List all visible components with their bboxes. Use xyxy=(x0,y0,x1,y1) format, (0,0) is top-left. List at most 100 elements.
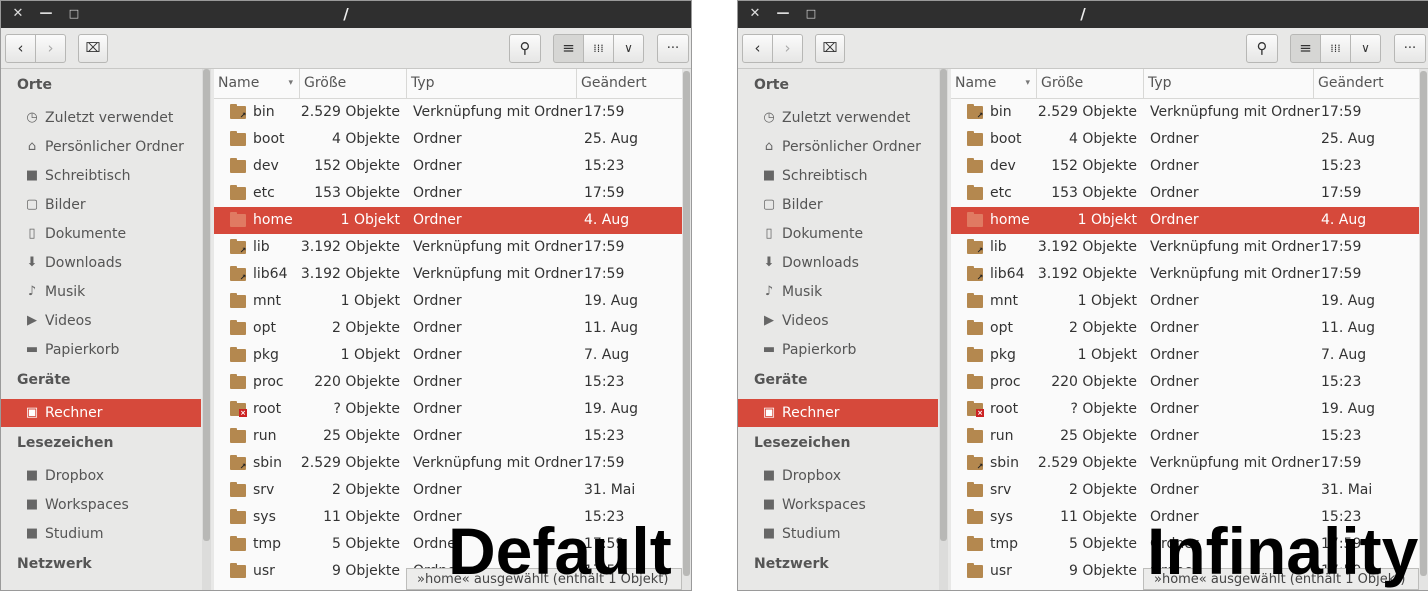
column-header-size[interactable]: Größe xyxy=(1037,69,1144,98)
sidebar-item-workspaces[interactable]: ■ Workspaces xyxy=(1,491,201,519)
sidebar-item-papierkorb[interactable]: ▬ Papierkorb xyxy=(738,336,938,364)
file-row[interactable]: srv 2 Objekte Ordner 31. Mai xyxy=(951,477,1419,504)
column-header-type[interactable]: Typ xyxy=(1144,69,1314,98)
file-row[interactable]: ↗ bin 2.529 Objekte Verknüpfung mit Ordner 1… xyxy=(214,99,682,126)
file-row[interactable]: opt 2 Objekte Ordner 11. Aug xyxy=(951,315,1419,342)
sidebar-item-rechner[interactable]: ▣ Rechner xyxy=(1,399,201,427)
sidebar-scrollbar-thumb[interactable] xyxy=(940,69,947,541)
grid-view-button[interactable]: ⁞⁞⁞ xyxy=(1320,34,1351,63)
file-row[interactable]: pkg 1 Objekt Ordner 7. Aug xyxy=(214,342,682,369)
file-type: Ordner xyxy=(413,185,462,201)
sidebar-item-downloads[interactable]: ⬇ Downloads xyxy=(1,249,201,277)
sidebar-scrollbar-thumb[interactable] xyxy=(203,69,210,541)
sidebar-item-label: Persönlicher Ordner xyxy=(782,139,921,155)
file-row[interactable]: × root ? Objekte Ordner 19. Aug xyxy=(951,396,1419,423)
list-view-button[interactable]: ≡ xyxy=(1290,34,1321,63)
file-row[interactable]: dev 152 Objekte Ordner 15:23 xyxy=(951,153,1419,180)
column-header-name[interactable]: Name ▾ xyxy=(214,69,300,98)
more-options-button[interactable]: ··· xyxy=(657,34,689,63)
sidebar-item-musik[interactable]: ♪ Musik xyxy=(1,278,201,306)
sidebar-item-persönlicher-ordner[interactable]: ⌂ Persönlicher Ordner xyxy=(1,133,201,161)
sidebar-item-dropbox[interactable]: ■ Dropbox xyxy=(1,462,201,490)
file-row[interactable]: etc 153 Objekte Ordner 17:59 xyxy=(214,180,682,207)
file-row[interactable]: mnt 1 Objekt Ordner 19. Aug xyxy=(214,288,682,315)
file-row[interactable]: srv 2 Objekte Ordner 31. Mai xyxy=(214,477,682,504)
file-row[interactable]: dev 152 Objekte Ordner 15:23 xyxy=(214,153,682,180)
more-options-button[interactable]: ··· xyxy=(1394,34,1426,63)
file-row[interactable]: etc 153 Objekte Ordner 17:59 xyxy=(951,180,1419,207)
location-toggle-button[interactable]: ⌧ xyxy=(78,34,108,63)
sidebar-item-workspaces[interactable]: ■ Workspaces xyxy=(738,491,938,519)
sidebar-item-bilder[interactable]: ▢ Bilder xyxy=(738,191,938,219)
file-row[interactable]: run 25 Objekte Ordner 15:23 xyxy=(214,423,682,450)
file-row[interactable]: proc 220 Objekte Ordner 15:23 xyxy=(214,369,682,396)
file-row[interactable]: ↗ lib 3.192 Objekte Verknüpfung mit Ordner 1… xyxy=(214,234,682,261)
file-list-scrollbar-thumb[interactable] xyxy=(1420,71,1427,576)
sidebar-item-zuletzt-verwendet[interactable]: ◷ Zuletzt verwendet xyxy=(1,104,201,132)
file-row[interactable]: boot 4 Objekte Ordner 25. Aug xyxy=(951,126,1419,153)
folder-icon xyxy=(967,293,983,308)
forward-button[interactable]: › xyxy=(772,34,803,63)
sidebar-item-studium[interactable]: ■ Studium xyxy=(738,520,938,548)
sidebar-scrollbar[interactable] xyxy=(202,69,211,590)
view-options-button[interactable]: ∨ xyxy=(613,34,644,63)
file-row[interactable]: ↗ sbin 2.529 Objekte Verknüpfung mit Ordner… xyxy=(951,450,1419,477)
location-toggle-button[interactable]: ⌧ xyxy=(815,34,845,63)
sidebar-item-videos[interactable]: ▶ Videos xyxy=(738,307,938,335)
back-button[interactable]: ‹ xyxy=(742,34,773,63)
file-row[interactable]: home 1 Objekt Ordner 4. Aug xyxy=(951,207,1419,234)
sidebar-item-dokumente[interactable]: ▯ Dokumente xyxy=(738,220,938,248)
file-row[interactable]: run 25 Objekte Ordner 15:23 xyxy=(951,423,1419,450)
file-row[interactable]: home 1 Objekt Ordner 4. Aug xyxy=(214,207,682,234)
search-button[interactable]: ⚲ xyxy=(509,34,541,63)
column-header-name[interactable]: Name ▾ xyxy=(951,69,1037,98)
list-view-button[interactable]: ≡ xyxy=(553,34,584,63)
file-modified: 17:59 xyxy=(584,455,625,471)
sidebar-item-musik[interactable]: ♪ Musik xyxy=(738,278,938,306)
sidebar-item-papierkorb[interactable]: ▬ Papierkorb xyxy=(1,336,201,364)
back-button[interactable]: ‹ xyxy=(5,34,36,63)
column-header-modified[interactable]: Geändert xyxy=(1314,69,1419,98)
file-modified: 25. Aug xyxy=(584,131,639,147)
column-header-size[interactable]: Größe xyxy=(300,69,407,98)
file-list-scrollbar[interactable] xyxy=(1419,69,1428,590)
view-options-button[interactable]: ∨ xyxy=(1350,34,1381,63)
file-row[interactable]: pkg 1 Objekt Ordner 7. Aug xyxy=(951,342,1419,369)
sidebar-item-studium[interactable]: ■ Studium xyxy=(1,520,201,548)
sidebar-item-videos[interactable]: ▶ Videos xyxy=(1,307,201,335)
file-row[interactable]: ↗ bin 2.529 Objekte Verknüpfung mit Ordner 1… xyxy=(951,99,1419,126)
sidebar-item-schreibtisch[interactable]: ■ Schreibtisch xyxy=(738,162,938,190)
file-row[interactable]: × root ? Objekte Ordner 19. Aug xyxy=(214,396,682,423)
sidebar-scrollbar[interactable] xyxy=(939,69,948,590)
file-list-scrollbar[interactable] xyxy=(682,69,691,590)
sidebar-item-persönlicher-ordner[interactable]: ⌂ Persönlicher Ordner xyxy=(738,133,938,161)
sidebar-item-label: Schreibtisch xyxy=(782,168,868,184)
file-row[interactable]: opt 2 Objekte Ordner 11. Aug xyxy=(214,315,682,342)
sidebar-item-rechner[interactable]: ▣ Rechner xyxy=(738,399,938,427)
folder-icon: ■ xyxy=(762,526,776,541)
file-type: Ordner xyxy=(413,212,462,228)
sidebar-item-downloads[interactable]: ⬇ Downloads xyxy=(738,249,938,277)
sidebar-item-bilder[interactable]: ▢ Bilder xyxy=(1,191,201,219)
file-row[interactable]: boot 4 Objekte Ordner 25. Aug xyxy=(214,126,682,153)
grid-view-button[interactable]: ⁞⁞⁞ xyxy=(583,34,614,63)
sidebar-item-dokumente[interactable]: ▯ Dokumente xyxy=(1,220,201,248)
folder-icon xyxy=(230,320,246,335)
file-row[interactable]: ↗ lib 3.192 Objekte Verknüpfung mit Ordner 1… xyxy=(951,234,1419,261)
file-row[interactable]: mnt 1 Objekt Ordner 19. Aug xyxy=(951,288,1419,315)
search-button[interactable]: ⚲ xyxy=(1246,34,1278,63)
file-row[interactable]: ↗ lib64 3.192 Objekte Verknüpfung mit Ordne… xyxy=(214,261,682,288)
sidebar-item-zuletzt-verwendet[interactable]: ◷ Zuletzt verwendet xyxy=(738,104,938,132)
sidebar-item-dropbox[interactable]: ■ Dropbox xyxy=(738,462,938,490)
file-row[interactable]: ↗ sbin 2.529 Objekte Verknüpfung mit Ordner… xyxy=(214,450,682,477)
forward-button[interactable]: › xyxy=(35,34,66,63)
file-row[interactable]: ↗ lib64 3.192 Objekte Verknüpfung mit Ordne… xyxy=(951,261,1419,288)
file-list-scrollbar-thumb[interactable] xyxy=(683,71,690,576)
file-type: Verknüpfung mit Ordner xyxy=(413,455,583,471)
sidebar-item-schreibtisch[interactable]: ■ Schreibtisch xyxy=(1,162,201,190)
home-icon: ⌂ xyxy=(764,139,774,154)
file-row[interactable]: proc 220 Objekte Ordner 15:23 xyxy=(951,369,1419,396)
column-header-modified[interactable]: Geändert xyxy=(577,69,682,98)
sidebar-heading: Lesezeichen xyxy=(17,435,114,451)
column-header-type[interactable]: Typ xyxy=(407,69,577,98)
